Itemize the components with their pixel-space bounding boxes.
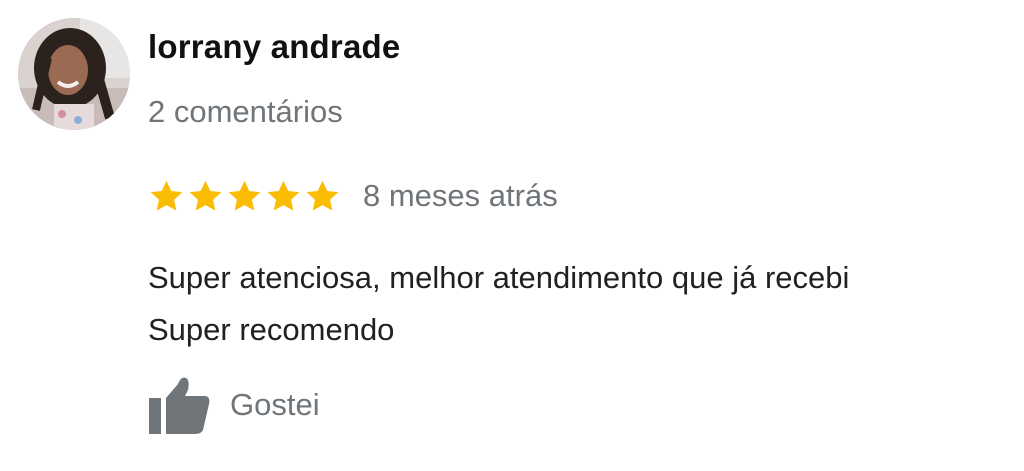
star-icon xyxy=(150,180,183,211)
like-label: Gostei xyxy=(230,387,320,422)
thumbs-up-icon xyxy=(149,377,210,434)
star-icon xyxy=(228,180,261,211)
review-text: Super atenciosa, melhor atendimento que … xyxy=(148,252,1008,356)
star-icon xyxy=(306,180,339,211)
avatar[interactable] xyxy=(18,18,130,130)
review-date: 8 meses atrás xyxy=(363,178,558,213)
star-rating xyxy=(148,178,341,215)
like-button[interactable]: Gostei xyxy=(146,374,320,436)
avatar-photo xyxy=(18,18,130,130)
rating-row: 8 meses atrás xyxy=(148,176,558,216)
review-text-line: Super atenciosa, melhor atendimento que … xyxy=(148,260,850,295)
star-icon xyxy=(267,180,300,211)
author-review-count: 2 comentários xyxy=(148,94,343,129)
review-text-line: Super recomendo xyxy=(148,312,395,347)
star-icon xyxy=(189,180,222,211)
author-name[interactable]: lorrany andrade xyxy=(148,28,400,66)
